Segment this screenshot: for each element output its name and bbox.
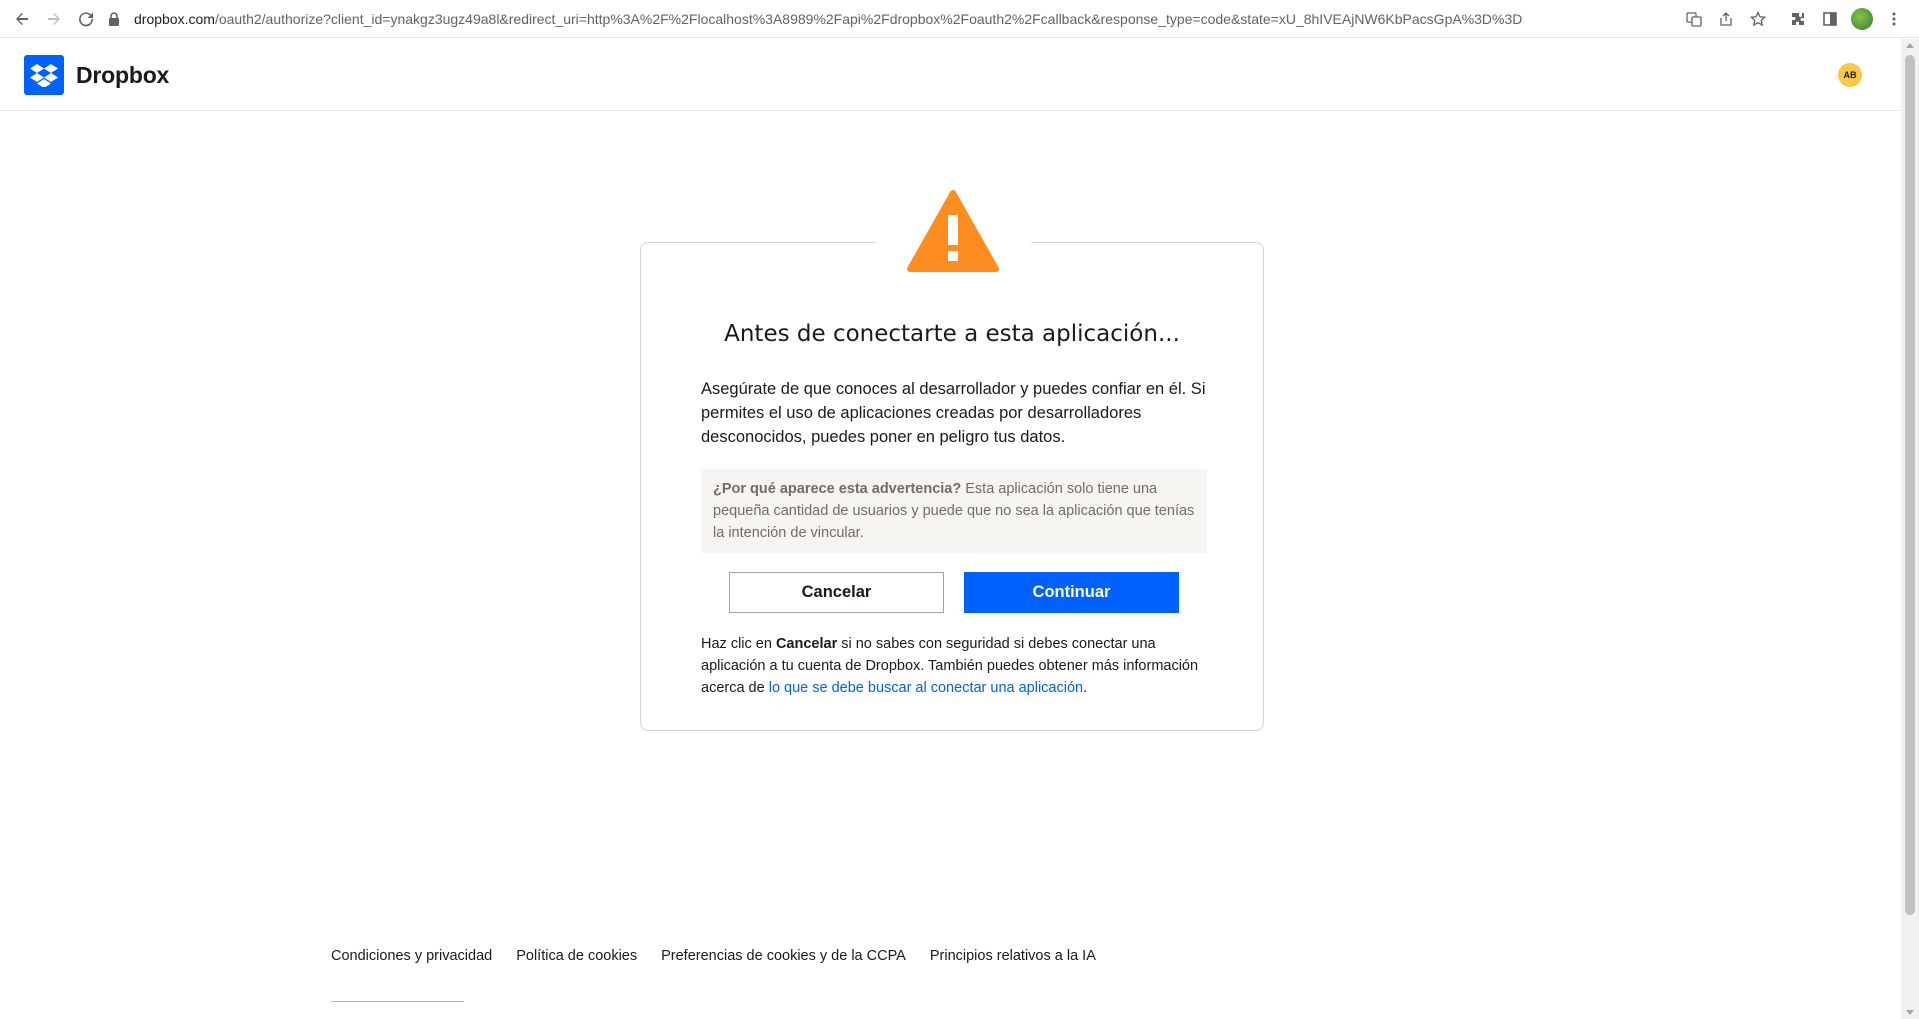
scroll-thumb[interactable] [1905,55,1915,915]
card-body: Asegúrate de que conoces al desarrollado… [701,380,1206,446]
share-icon[interactable] [1715,8,1737,30]
address-bar[interactable]: dropbox.com/oauth2/authorize?client_id=y… [108,4,1688,34]
foot-prefix: Haz clic en [701,636,776,652]
user-avatar[interactable]: AB [1838,63,1862,87]
foot-cancel-bold: Cancelar [775,636,838,652]
footer-link-cookie-preferences[interactable]: Preferencias de cookies y de la CCPA [661,948,906,964]
app-header: Dropbox AB [0,39,1901,111]
footer-divider [331,1001,464,1002]
warning-icon [907,190,999,272]
star-icon[interactable] [1747,8,1769,30]
warning-icon-wrapper [875,185,1031,285]
scroll-up-icon[interactable] [1906,43,1914,48]
authorize-warning-card: Antes de conectarte a esta aplicación...… [640,242,1264,731]
learn-more-link[interactable]: lo que se debe buscar al conectar una ap… [769,680,1083,696]
footer-links: Condiciones y privacidad Política de coo… [331,948,1096,964]
reload-icon[interactable] [70,3,102,35]
url-path: /oauth2/authorize?client_id=ynakgz3ugz49… [214,11,1523,27]
translate-icon[interactable] [1683,8,1705,30]
side-panel-icon[interactable] [1819,8,1841,30]
dropbox-box-icon [24,55,64,95]
footer-link-terms[interactable]: Condiciones y privacidad [331,948,492,964]
url-host: dropbox.com [134,11,215,27]
footer-link-ai-principles[interactable]: Principios relativos a la IA [930,948,1096,964]
cancel-button[interactable]: Cancelar [729,572,944,613]
brand-name: Dropbox [76,61,170,88]
page-scrollbar[interactable] [1901,39,1919,1019]
browser-toolbar: dropbox.com/oauth2/authorize?client_id=y… [0,0,1919,38]
foot-suffix: . [1083,680,1088,696]
profile-avatar[interactable] [1851,8,1873,30]
footer-link-cookies[interactable]: Política de cookies [516,948,637,964]
forward-icon[interactable] [38,3,70,35]
continue-button[interactable]: Continuar [964,572,1179,613]
warning-reason-box: ¿Por qué aparece esta advertencia? Esta … [701,469,1207,553]
card-footnote: Haz clic en Cancelar si no sabes con seg… [701,633,1207,699]
dropbox-logo[interactable]: Dropbox [24,55,169,95]
lock-icon [108,12,126,26]
back-icon[interactable] [6,3,38,35]
extensions-icon[interactable] [1787,8,1809,30]
why-label: ¿Por qué aparece esta advertencia? [713,481,962,497]
scroll-down-icon[interactable] [1906,1010,1914,1015]
card-title: Antes de conectarte a esta aplicación... [724,321,1180,347]
menu-kebab-icon[interactable] [1883,8,1905,30]
browser-actions [1683,4,1905,34]
